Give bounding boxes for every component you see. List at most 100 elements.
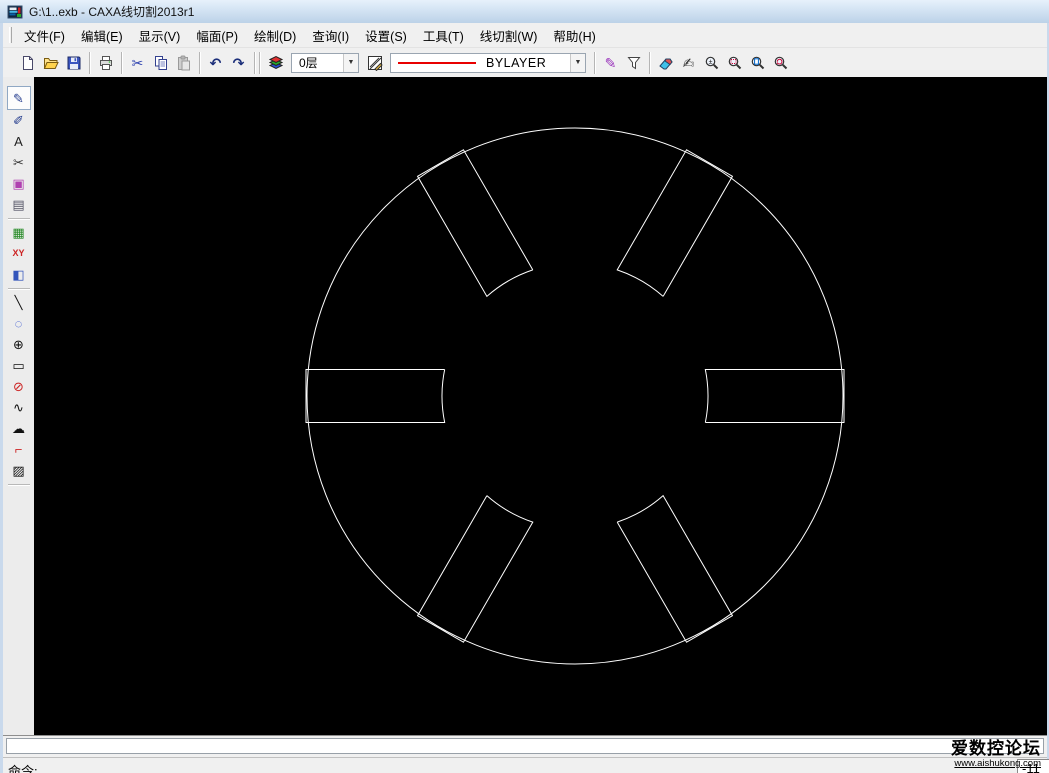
sidebar-tool-raster-image[interactable]: ▦ [7,222,31,243]
menu-item-9[interactable]: 线切割(W) [472,23,546,47]
sidebar-tool-pick-edit[interactable]: ✎ [6,86,31,110]
menu-item-8[interactable]: 工具(T) [415,23,472,47]
redraw-icon [658,58,673,69]
sidebar-tool-corner[interactable]: ⌐ [7,439,31,460]
sidebar-tool-library[interactable]: ▤ [7,194,31,215]
sidebar-tool-palette[interactable]: ◧ [7,264,31,285]
sidebar-tool-rectangle[interactable]: ▭ [7,355,31,376]
menu-bar-items: 文件(F) 编辑(E) 显示(V) 幅面(P) 绘制(D) 查询(I) 设置(S) 工具(T)… [16,23,604,47]
main-toolbar: ✂ ↶ ↷ 0层 ▼ BYLAYER ▼ ✎ ✍ ± [3,48,1047,77]
sidebar-tool-dimension[interactable]: A [7,131,31,152]
tool-palette: ✎ ✐ A ✂ ▣ ▤ ▦ XY ◧ ╲ ◌ ⊕ ▭ ⊘ ∿ ☁ ⌐ ▨ [3,77,34,735]
save-button[interactable] [62,51,85,74]
filter-button[interactable] [622,51,645,74]
command-input[interactable] [6,738,1044,754]
linetype-combo[interactable]: BYLAYER ▼ [390,52,586,73]
sidebar-tool-block[interactable]: ▣ [7,173,31,194]
window-title: G:\1..exb - CAXA线切割2013r1 [29,5,195,19]
zoom-previous-button[interactable] [769,51,792,74]
new-icon [22,55,33,70]
toolbar-separator [121,51,122,74]
dynamic-pan-icon: ✍ [682,54,695,71]
menu-item-1[interactable]: 文件(F) [16,23,73,47]
drawing-circle[interactable] [306,127,844,665]
open-icon [43,57,59,69]
redo-icon: ↷ [232,54,245,71]
chevron-down-icon[interactable]: ▼ [343,53,358,72]
sidebar-tool-spline[interactable]: ∿ [7,397,31,418]
app-icon [7,5,23,18]
print-button[interactable] [94,51,117,74]
undo-button[interactable]: ↶ [204,51,227,74]
drawing-slot[interactable] [416,495,534,643]
menubar-gripper[interactable] [9,27,12,43]
layer-combo-value: 0层 [299,56,318,70]
menu-item-3[interactable]: 显示(V) [131,23,189,47]
command-bar [3,735,1047,757]
dynamic-pan-button[interactable]: ✍ [677,51,700,74]
sidebar-tool-coordinate-list[interactable]: XY [7,243,31,264]
tool-group-separator [7,288,30,289]
sidebar-tool-contour[interactable]: ☁ [7,418,31,439]
drawing-slot[interactable] [704,369,845,423]
sidebar-tool-trim[interactable]: ✂ [7,152,31,173]
match-properties-icon: ✎ [604,54,617,71]
chevron-down-icon[interactable]: ▼ [570,53,585,72]
toolbar-separator [259,51,260,74]
menu-item-2[interactable]: 编辑(E) [73,23,131,47]
drawing-slot[interactable] [616,494,734,643]
menu-item-7[interactable]: 设置(S) [357,23,415,47]
linetype-button[interactable] [363,51,386,74]
zoom-window-icon [728,56,741,69]
undo-icon: ↶ [209,54,222,71]
sidebar-tool-hatch[interactable]: ▨ [7,460,31,481]
save-icon [67,56,80,69]
title-bar[interactable]: G:\1..exb - CAXA线切割2013r1 [0,0,1049,23]
drawing-slot[interactable] [416,149,534,298]
menu-item-10[interactable]: 帮助(H) [545,23,603,47]
cut-icon: ✂ [131,54,144,71]
sidebar-tool-erase[interactable]: ✐ [7,110,31,131]
drawing-slot[interactable] [305,369,446,423]
sidebar-tool-arc[interactable]: ◌ [7,313,31,334]
redo-button[interactable]: ↷ [227,51,250,74]
print-icon [99,55,112,70]
drawing-canvas[interactable] [34,77,1047,735]
copy-icon [154,55,167,70]
sidebar-tool-line[interactable]: ╲ [7,292,31,313]
sidebar-tool-slot[interactable]: ⊘ [7,376,31,397]
sidebar-tool-circle[interactable]: ⊕ [7,334,31,355]
paste-button[interactable] [172,51,195,74]
dynamic-zoom-icon: ± [705,56,718,69]
paste-icon [177,55,190,70]
cut-button[interactable]: ✂ [126,51,149,74]
menu-item-6[interactable]: 查询(I) [304,23,357,47]
layer-manager-button[interactable] [264,51,287,74]
zoom-window-button[interactable] [723,51,746,74]
svg-text:±: ± [708,59,712,66]
redraw-button[interactable] [654,51,677,74]
tool-group-separator [7,218,30,219]
menu-item-5[interactable]: 绘制(D) [246,23,304,47]
dynamic-zoom-button[interactable]: ± [700,51,723,74]
menu-bar: 文件(F) 编辑(E) 显示(V) 幅面(P) 绘制(D) 查询(I) 设置(S) 工具(T)… [3,23,1047,48]
zoom-all-button[interactable] [746,51,769,74]
new-button[interactable] [16,51,39,74]
copy-button[interactable] [149,51,172,74]
drawing-slot[interactable] [616,149,734,297]
linetype-icon [367,55,383,71]
open-button[interactable] [39,51,62,74]
filter-icon [626,56,641,69]
menu-item-4[interactable]: 幅面(P) [188,23,246,47]
current-line-swatch [398,61,476,64]
toolbar-separator [649,51,650,74]
drawing-svg[interactable] [34,77,1047,735]
toolbar-separator [594,51,595,74]
match-properties-button[interactable]: ✎ [599,51,622,74]
coordinate-display: -11 [1017,759,1049,773]
zoom-all-icon [751,56,764,69]
tool-group-separator [7,484,30,485]
layer-manager-icon [268,55,283,69]
layer-combo[interactable]: 0层 ▼ [291,52,359,73]
application-window: { "window": { "title": "G:\\1..exb - CAX… [0,0,1049,773]
